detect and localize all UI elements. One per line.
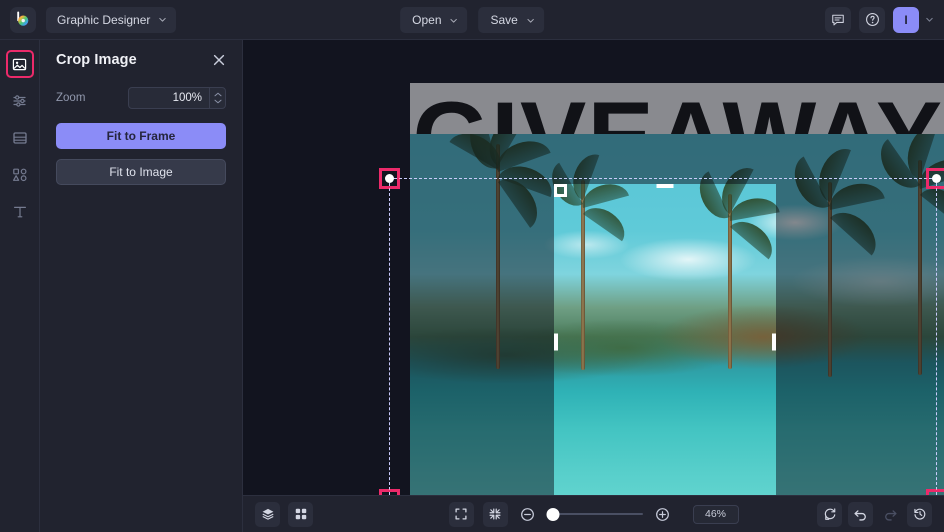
app-root: Graphic Designer Open Save I Crop Image … <box>0 0 944 532</box>
resize-handle-top-right[interactable] <box>926 168 944 189</box>
comments-button[interactable] <box>825 6 851 33</box>
fit-to-frame-button[interactable]: Fit to Frame <box>56 123 226 149</box>
zoom-input[interactable] <box>129 88 209 108</box>
tool-rail <box>0 40 40 532</box>
sidebar-item-adjust[interactable] <box>6 87 34 115</box>
grid-button[interactable] <box>288 501 313 527</box>
sidebar-item-image[interactable] <box>5 50 34 78</box>
user-avatar[interactable]: I <box>893 6 919 33</box>
save-label: Save <box>490 13 518 27</box>
crop-panel: Crop Image Zoom 100% Fit to Frame Fit to… <box>40 40 243 532</box>
selection-box[interactable] <box>379 168 944 495</box>
image-icon <box>12 58 27 70</box>
open-label: Open <box>412 13 442 27</box>
reset-icon <box>824 508 835 520</box>
app-logo[interactable] <box>10 6 36 33</box>
expand-icon <box>455 508 467 520</box>
shapes-icon <box>12 168 27 182</box>
canvas-area: GIVEAWAY 46% <box>243 40 944 532</box>
open-button[interactable]: Open <box>400 7 468 33</box>
workspace-label: Graphic Designer <box>57 12 151 27</box>
zoom-stepper-arrows[interactable] <box>209 88 225 108</box>
layout-icon <box>12 132 27 144</box>
workspace-selector[interactable]: Graphic Designer <box>46 6 177 33</box>
page-title: Crop Image <box>56 52 137 68</box>
zoom-row: Zoom <box>56 87 226 109</box>
top-bar: Graphic Designer Open Save I <box>0 0 944 40</box>
close-icon <box>213 54 225 66</box>
zoom-stepper[interactable] <box>128 87 226 109</box>
undo-icon <box>854 509 866 521</box>
avatar-initial: I <box>904 12 908 27</box>
reset-button[interactable] <box>817 501 842 527</box>
zoom-slider-track <box>547 513 643 515</box>
history-button[interactable] <box>907 501 932 527</box>
chevron-down-icon <box>527 18 534 23</box>
layers-button[interactable] <box>255 501 280 527</box>
fit-to-image-button[interactable]: Fit to Image <box>56 159 226 185</box>
sliders-icon <box>12 95 26 107</box>
user-menu-button[interactable] <box>925 15 934 24</box>
zoom-out-icon <box>521 507 534 521</box>
top-bar-right: I <box>825 6 934 33</box>
file-actions: Open Save <box>400 0 544 40</box>
chevron-down-icon <box>214 99 221 104</box>
help-button[interactable] <box>859 6 885 33</box>
chevron-up-icon <box>214 92 221 97</box>
history-controls <box>817 501 932 527</box>
sidebar-item-shapes[interactable] <box>6 161 34 189</box>
text-t-icon <box>13 206 26 218</box>
close-panel-button[interactable] <box>212 53 226 67</box>
sidebar-item-layout[interactable] <box>6 124 34 152</box>
redo-icon <box>884 509 897 521</box>
zoom-controls: 46% <box>448 501 739 527</box>
chevron-down-icon <box>926 17 933 22</box>
bottom-bar: 46% <box>243 495 944 532</box>
fit-to-selection-button[interactable] <box>482 501 508 527</box>
sidebar-item-text[interactable] <box>6 198 34 226</box>
resize-handle-top-left[interactable] <box>379 168 400 189</box>
zoom-out-button[interactable] <box>517 503 539 525</box>
layers-icon <box>261 508 274 520</box>
redo-button[interactable] <box>879 503 901 525</box>
history-icon <box>913 508 925 520</box>
zoom-label: Zoom <box>56 92 86 104</box>
save-button[interactable]: Save <box>478 7 544 33</box>
comment-icon <box>832 14 844 25</box>
grid-icon <box>295 508 306 520</box>
zoom-slider[interactable] <box>546 507 643 521</box>
zoom-percent-display[interactable]: 46% <box>692 504 739 524</box>
help-circle-icon <box>865 13 879 26</box>
zoom-slider-knob[interactable] <box>546 507 560 521</box>
bottom-bar-left <box>255 501 313 527</box>
app-body: Crop Image Zoom 100% Fit to Frame Fit to… <box>0 40 944 532</box>
crop-panel-header: Crop Image <box>56 52 226 68</box>
colorwheel-b-logo-icon <box>16 11 28 26</box>
undo-button[interactable] <box>848 501 873 527</box>
collapse-icon <box>489 508 501 520</box>
fit-to-screen-button[interactable] <box>448 501 474 527</box>
design-canvas[interactable]: GIVEAWAY <box>243 40 944 495</box>
chevron-down-icon <box>450 18 458 23</box>
zoom-in-icon <box>656 507 669 521</box>
chevron-down-icon <box>159 17 167 22</box>
zoom-in-button[interactable] <box>652 503 674 525</box>
